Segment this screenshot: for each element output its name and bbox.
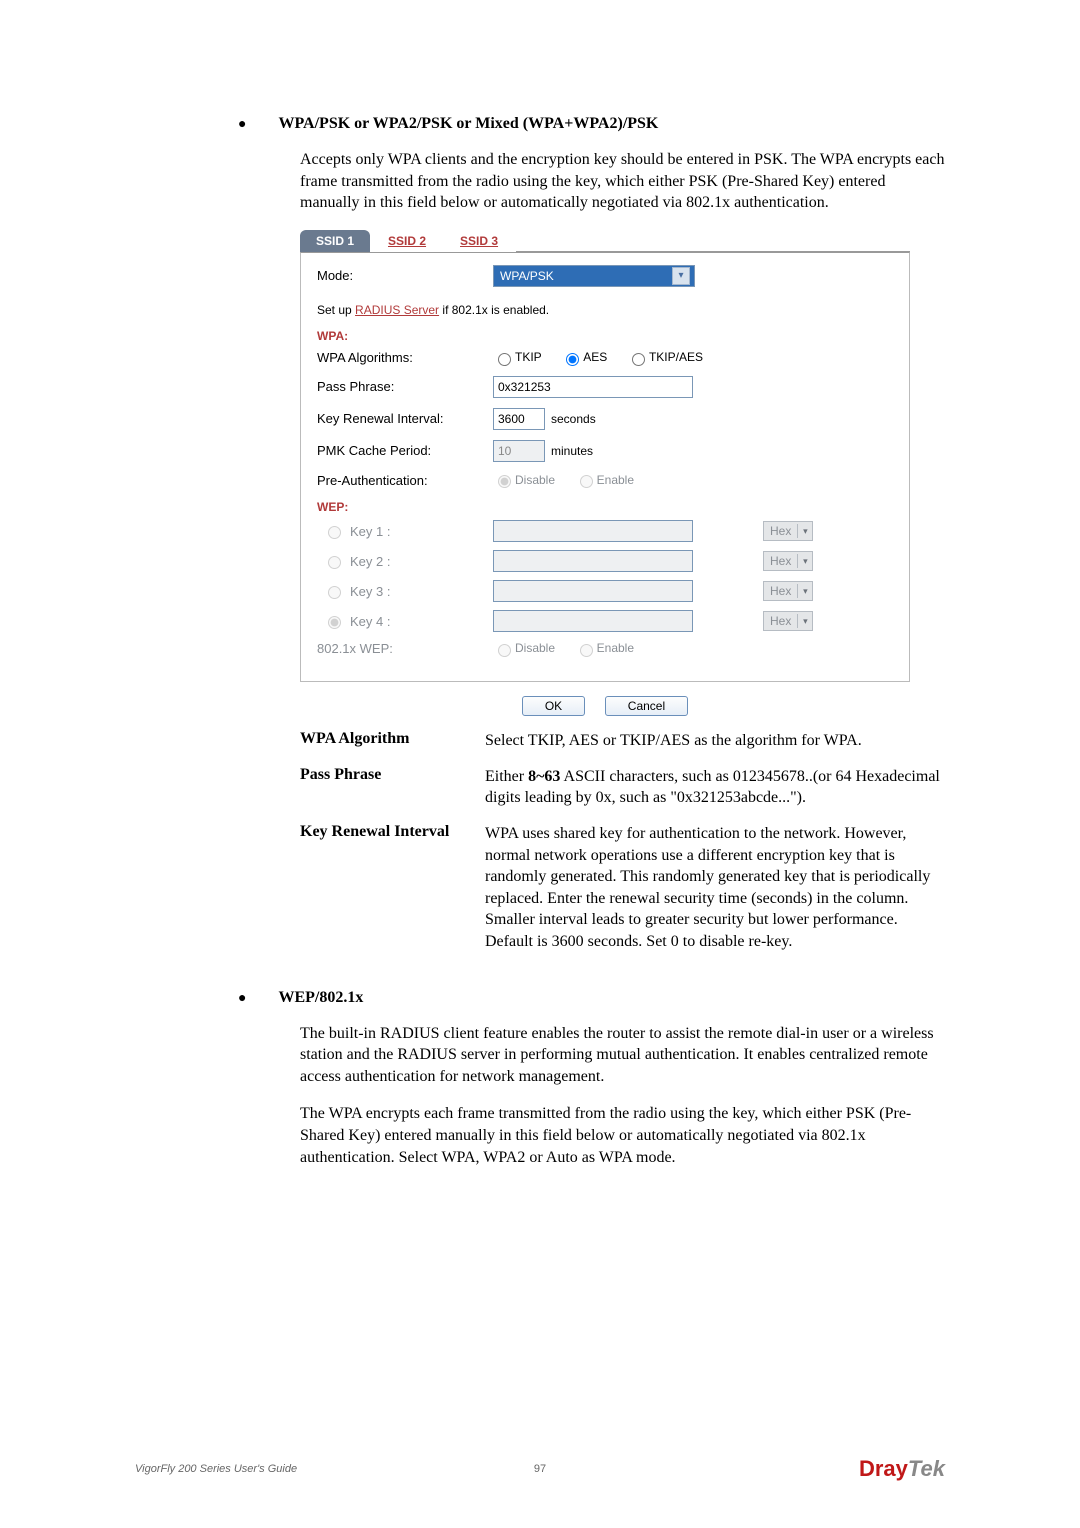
footer-page-number: 97 <box>534 1463 546 1475</box>
key4-label: Key 4 : <box>350 614 390 629</box>
key4-hex-select: Hex▾ <box>763 611 813 631</box>
mode-select-value: WPA/PSK <box>500 269 554 283</box>
chevron-down-icon: ▾ <box>797 614 812 628</box>
chevron-down-icon: ▾ <box>797 524 812 538</box>
key1-input <box>493 520 693 542</box>
chevron-down-icon: ▾ <box>797 554 812 568</box>
key2-hex-select: Hex▾ <box>763 551 813 571</box>
radio-aes[interactable]: AES <box>561 350 607 364</box>
def-term-wpa-algorithm: WPA Algorithm <box>300 730 475 752</box>
radio-key3 <box>328 586 341 599</box>
tab-ssid3[interactable]: SSID 3 <box>444 230 514 252</box>
wpa-section-label: WPA: <box>317 329 893 343</box>
radio-tkip[interactable]: TKIP <box>493 350 542 364</box>
heading-wep-8021x: WEP/802.1x <box>278 989 363 1007</box>
def-term-pass-phrase: Pass Phrase <box>300 766 475 809</box>
key3-hex-select: Hex▾ <box>763 581 813 601</box>
tab-ssid2[interactable]: SSID 2 <box>372 230 442 252</box>
key2-input <box>493 550 693 572</box>
radio-preauth-disable: Disable <box>493 473 555 487</box>
ok-button[interactable]: OK <box>522 696 585 716</box>
key1-label: Key 1 : <box>350 524 390 539</box>
pmk-cache-input <box>493 440 545 462</box>
mode-select[interactable]: WPA/PSK ▾ <box>493 265 695 287</box>
chevron-down-icon: ▾ <box>672 267 690 285</box>
radio-tkip-aes[interactable]: TKIP/AES <box>627 350 703 364</box>
radio-8021xwep-enable: Enable <box>575 641 634 655</box>
brand-logo: DrayTek <box>859 1456 945 1482</box>
def-desc-pass-phrase: Either 8~63 ASCII characters, such as 01… <box>485 766 945 809</box>
key4-input <box>493 610 693 632</box>
cancel-button[interactable]: Cancel <box>605 696 688 716</box>
def-desc-wpa-algorithm: Select TKIP, AES or TKIP/AES as the algo… <box>485 730 945 752</box>
def-term-key-renewal: Key Renewal Interval <box>300 823 475 953</box>
8021x-wep-label: 802.1x WEP: <box>317 641 493 656</box>
key-renewal-input[interactable] <box>493 408 545 430</box>
key3-label: Key 3 : <box>350 584 390 599</box>
bullet-icon: ● <box>238 117 246 133</box>
paragraph-wpa-psk: Accepts only WPA clients and the encrypt… <box>300 149 945 214</box>
tab-ssid1[interactable]: SSID 1 <box>300 230 370 252</box>
key-renewal-units: seconds <box>551 412 596 426</box>
key3-input <box>493 580 693 602</box>
key1-hex-select: Hex▾ <box>763 521 813 541</box>
wep-section-label: WEP: <box>317 500 893 514</box>
pmk-cache-units: minutes <box>551 444 593 458</box>
radio-key4 <box>328 616 341 629</box>
mode-label: Mode: <box>317 268 493 283</box>
radio-key1 <box>328 526 341 539</box>
pmk-cache-label: PMK Cache Period: <box>317 443 493 458</box>
paragraph-wep-1: The built-in RADIUS client feature enabl… <box>300 1023 945 1088</box>
pass-phrase-input[interactable] <box>493 376 693 398</box>
radius-hint: Set up RADIUS Server if 802.1x is enable… <box>317 303 893 317</box>
footer-guide-title: VigorFly 200 Series User's Guide <box>135 1463 297 1475</box>
chevron-down-icon: ▾ <box>797 584 812 598</box>
bullet-icon: ● <box>238 991 246 1007</box>
radio-preauth-enable: Enable <box>575 473 634 487</box>
settings-screenshot: SSID 1 SSID 2 SSID 3 Mode: WPA/PSK ▾ Set… <box>300 226 910 716</box>
pre-auth-label: Pre-Authentication: <box>317 473 493 488</box>
heading-wpa-psk: WPA/PSK or WPA2/PSK or Mixed (WPA+WPA2)/… <box>278 115 658 133</box>
key2-label: Key 2 : <box>350 554 390 569</box>
key-renewal-label: Key Renewal Interval: <box>317 411 493 426</box>
pass-phrase-label: Pass Phrase: <box>317 379 493 394</box>
def-desc-key-renewal: WPA uses shared key for authentication t… <box>485 823 945 953</box>
radio-key2 <box>328 556 341 569</box>
radio-8021xwep-disable: Disable <box>493 641 555 655</box>
radius-server-link[interactable]: RADIUS Server <box>355 303 439 317</box>
paragraph-wep-2: The WPA encrypts each frame transmitted … <box>300 1103 945 1168</box>
wpa-algorithms-label: WPA Algorithms: <box>317 350 493 365</box>
